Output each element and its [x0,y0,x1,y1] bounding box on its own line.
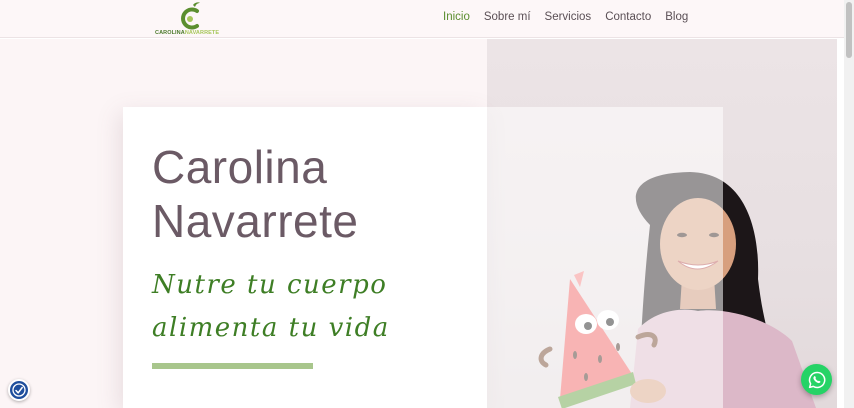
hero-slogan-line2: alimenta tu vida [152,313,390,343]
page-scrollbar-thumb[interactable] [846,2,852,58]
nav-item-inicio[interactable]: Inicio [443,11,470,23]
hero-cta-button[interactable] [152,363,313,369]
nav-item-sobre-mi[interactable]: Sobre mí [484,11,531,23]
hero-name-line2: Navarrete [152,195,359,247]
page-scrollbar-track[interactable] [844,0,854,408]
nav-item-blog[interactable]: Blog [665,11,688,23]
hero-section [0,39,837,408]
apple-c-logo-icon [181,2,200,30]
whatsapp-icon [808,371,825,388]
hero-slogan-line1: Nutre tu cuerpo [152,270,388,300]
hero-slogan: Nutre tu cuerpo alimenta tu vida [152,264,390,350]
hero-card-overlay [487,107,723,408]
nav-item-contacto[interactable]: Contacto [605,11,651,23]
whatsapp-button[interactable] [801,364,832,395]
hero-name-line1: Carolina [152,141,328,193]
accessibility-icon [12,383,26,397]
site-header: CAROLINANAVARRETE Inicio Sobre mí Servic… [0,0,844,38]
accessibility-button[interactable] [8,379,30,401]
logo-text-second: NAVARRETE [184,30,220,36]
hero-name: Carolina Navarrete [152,140,358,248]
logo-text: CAROLINANAVARRETE [155,30,219,36]
nav-item-servicios[interactable]: Servicios [545,11,592,23]
site-logo[interactable]: CAROLINANAVARRETE [155,2,227,37]
main-nav: Inicio Sobre mí Servicios Contacto Blog [443,11,688,23]
logo-text-first: CAROLINA [155,30,185,36]
